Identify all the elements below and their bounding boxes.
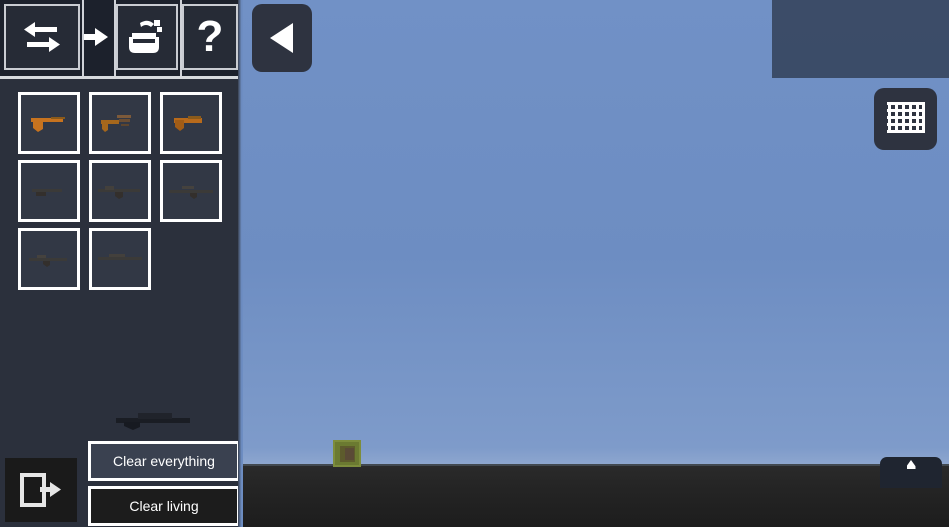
clear-living-button[interactable]: Clear living: [88, 486, 240, 526]
question-mark-icon: ?: [196, 12, 224, 61]
item-slot-8[interactable]: [89, 228, 151, 290]
carbine-icon: [29, 255, 67, 267]
bottom-drawer-tab[interactable]: [880, 457, 942, 488]
pistol-icon: [31, 117, 65, 132]
grid-toggle-button[interactable]: [874, 88, 937, 150]
media-controls-panel: [772, 0, 949, 78]
paint-bucket-icon: [129, 20, 162, 53]
toolbar-underline: [0, 76, 242, 79]
item-slot-3[interactable]: [160, 92, 222, 154]
clear-buttons-group: Clear everything Clear living: [88, 441, 240, 526]
clear-everything-button[interactable]: Clear everything: [88, 441, 240, 481]
collapse-panel-button[interactable]: [252, 4, 312, 72]
exit-door-icon: [20, 473, 61, 507]
left-sidebar: ? Clear everything Clear living: [0, 0, 243, 527]
clear-everything-label: Clear everything: [113, 453, 215, 469]
item-slot-7[interactable]: [18, 228, 80, 290]
machine-gun-icon: [98, 254, 142, 260]
swap-arrows-icon: [24, 22, 60, 52]
item-slot-5[interactable]: [89, 160, 151, 222]
arrow-right-icon: [84, 28, 108, 46]
item-slot-1[interactable]: [18, 92, 80, 154]
sidebar-edge: [238, 0, 243, 527]
crate-block-entity[interactable]: [333, 440, 361, 467]
sniper-rifle-icon: [169, 186, 213, 199]
item-slot-2[interactable]: [89, 92, 151, 154]
sidebar-toolbar: ?: [0, 0, 242, 79]
crate-block-core: [345, 448, 354, 460]
swap-button[interactable]: [4, 4, 80, 70]
help-button[interactable]: ?: [182, 4, 238, 70]
clear-living-label: Clear living: [129, 498, 199, 514]
upload-arrow-icon: [906, 460, 916, 469]
rifle-icon: [98, 186, 140, 199]
paint-button[interactable]: [116, 4, 178, 70]
item-slot-4[interactable]: [18, 160, 80, 222]
revolver-icon: [174, 116, 202, 131]
item-slot-6[interactable]: [160, 160, 222, 222]
shotgun-icon: [32, 189, 62, 196]
equipped-weapon-preview: [116, 413, 190, 430]
triangle-left-icon: [270, 23, 293, 53]
game-screen: ? Clear everything Clear living: [0, 0, 949, 527]
next-button[interactable]: [84, 4, 112, 70]
grid-icon: [886, 102, 925, 133]
exit-button[interactable]: [5, 458, 77, 522]
smg-icon: [101, 115, 131, 132]
